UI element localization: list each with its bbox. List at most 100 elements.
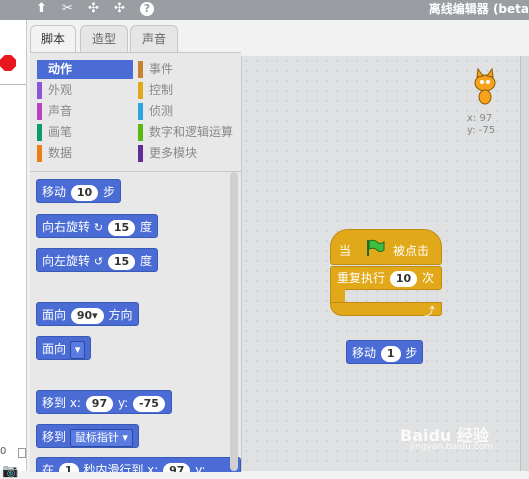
rotate-clockwise-icon: ↻	[93, 220, 104, 234]
divider	[0, 84, 26, 85]
point-direction-block[interactable]: 面向 90▾ 方向	[36, 302, 139, 326]
block-label: 次	[421, 271, 434, 285]
forever-repeat-block[interactable]: 重复执行 10 次 ⤴	[330, 266, 442, 318]
script-area[interactable]: x: 97 y: -75 当 被点击 重复执行 10 次 ⤴ 移动 1 步	[241, 56, 529, 471]
category-color	[37, 82, 42, 99]
category-label: 声音	[48, 104, 73, 118]
palette-scrollbar[interactable]	[230, 172, 238, 471]
category-events[interactable]: 事件	[138, 60, 241, 79]
x-label: x:	[467, 113, 477, 124]
tab-costumes[interactable]: 造型	[80, 25, 128, 52]
sprite-position: x: 97 y: -75	[467, 113, 495, 137]
direction-dropdown[interactable]: 90▾	[70, 307, 104, 324]
steps-input[interactable]: 10	[70, 184, 99, 201]
category-pen[interactable]: 画笔	[37, 123, 133, 142]
category-color	[138, 61, 143, 78]
block-label: 向右旋转	[42, 220, 91, 234]
sprite-thumbnail	[465, 67, 505, 107]
category-motion[interactable]: 动作	[37, 60, 133, 79]
help-icon[interactable]: ?	[140, 2, 154, 16]
block-label: 移到 x:	[42, 396, 81, 410]
category-color	[138, 103, 143, 120]
category-label: 事件	[149, 62, 174, 76]
category-color	[37, 145, 42, 162]
category-color	[37, 103, 42, 120]
category-color	[138, 82, 143, 99]
block-label: 移动	[42, 185, 67, 199]
category-looks[interactable]: 外观	[37, 81, 133, 100]
window-title: 离线编辑器 (beta	[428, 2, 529, 16]
top-toolbar: ⬆ ✂ ✣ ✣ ? 离线编辑器 (beta	[0, 0, 529, 20]
turn-right-block[interactable]: 向右旋转 ↻ 15 度	[36, 214, 159, 238]
x-input[interactable]: 97	[85, 395, 114, 412]
block-label: 被点击	[393, 244, 430, 258]
small-toggle[interactable]	[18, 448, 26, 458]
block-label: 步	[405, 346, 418, 360]
block-label: 移到	[42, 430, 67, 444]
category-label: 侦测	[149, 104, 174, 118]
category-label: 数据	[48, 146, 73, 160]
category-label: 外观	[48, 83, 73, 97]
category-data[interactable]: 数据	[37, 144, 133, 163]
category-label: 动作	[48, 62, 73, 76]
category-label: 画笔	[48, 125, 73, 139]
rotate-counterclockwise-icon: ↺	[93, 254, 104, 268]
category-sensing[interactable]: 侦测	[138, 102, 241, 121]
block-list: 移动 10 步 向右旋转 ↻ 15 度 向左旋转 ↺ 15 度 面向 90▾ 方…	[30, 172, 241, 472]
block-label: 方向	[108, 308, 133, 322]
block-label: 面向	[42, 308, 67, 322]
tab-scripts[interactable]: 脚本	[30, 25, 76, 54]
block-label: 度	[140, 220, 153, 234]
category-label: 控制	[149, 83, 174, 97]
glide-block[interactable]: 在 1 秒内滑行到 x: 97 y:	[36, 457, 241, 472]
block-label: 向左旋转	[42, 254, 91, 268]
repeat-block-header: 重复执行 10 次	[330, 266, 442, 290]
category-color	[37, 124, 42, 141]
category-operators[interactable]: 数字和逻辑运算	[138, 123, 241, 142]
green-flag-icon	[365, 239, 385, 260]
category-control[interactable]: 控制	[138, 81, 241, 100]
scissors-icon[interactable]: ✂	[62, 1, 73, 17]
tab-sounds[interactable]: 声音	[130, 25, 178, 52]
y-label: y:	[467, 125, 476, 136]
block-label: 移动	[352, 346, 377, 360]
degrees-input[interactable]: 15	[107, 253, 136, 270]
category-label: 更多模块	[149, 146, 198, 160]
category-sound[interactable]: 声音	[37, 102, 133, 121]
category-label: 数字和逻辑运算	[149, 125, 234, 139]
y-input[interactable]: -75	[133, 395, 165, 412]
block-label: 重复执行	[337, 271, 386, 285]
block-label: 面向	[42, 342, 67, 356]
shrink-icon[interactable]: ✣	[114, 1, 125, 17]
goto-xy-block[interactable]: 移到 x: 97 y: -75	[36, 390, 172, 414]
point-towards-block[interactable]: 面向 ▾	[36, 336, 92, 360]
target-dropdown[interactable]: ▾	[69, 340, 86, 359]
steps-input[interactable]: 1	[380, 345, 401, 362]
watermark-url: jingyan.baidu.com	[410, 442, 494, 452]
block-label: y:	[117, 396, 129, 410]
cat-sprite-icon	[474, 67, 496, 105]
when-flag-clicked-block[interactable]: 当 被点击	[330, 229, 442, 265]
c-block-side	[330, 289, 345, 303]
stage-edge: 0 📷	[0, 20, 27, 478]
camera-icon[interactable]: 📷	[2, 465, 18, 478]
block-label: 步	[102, 185, 115, 199]
goto-block[interactable]: 移到 鼠标指针 ▾	[36, 424, 139, 448]
side-divider	[520, 56, 529, 471]
stamp-icon[interactable]: ⬆	[36, 1, 47, 17]
stop-icon[interactable]	[0, 55, 16, 71]
category-color	[138, 124, 143, 141]
repeat-count-input[interactable]: 10	[389, 270, 418, 287]
coord-readout: 0	[0, 446, 7, 457]
goto-target-dropdown[interactable]: 鼠标指针 ▾	[69, 428, 133, 447]
move-steps-block[interactable]: 移动 1 步	[346, 340, 424, 364]
x-value: 97	[479, 113, 493, 124]
c-block-foot: ⤴	[330, 302, 442, 318]
degrees-input[interactable]: 15	[107, 219, 136, 236]
turn-left-block[interactable]: 向左旋转 ↺ 15 度	[36, 248, 159, 272]
block-label: 度	[140, 254, 153, 268]
category-color	[138, 145, 143, 162]
grow-icon[interactable]: ✣	[88, 1, 99, 17]
move-steps-block[interactable]: 移动 10 步	[36, 179, 121, 203]
category-more-blocks[interactable]: 更多模块	[138, 144, 241, 163]
